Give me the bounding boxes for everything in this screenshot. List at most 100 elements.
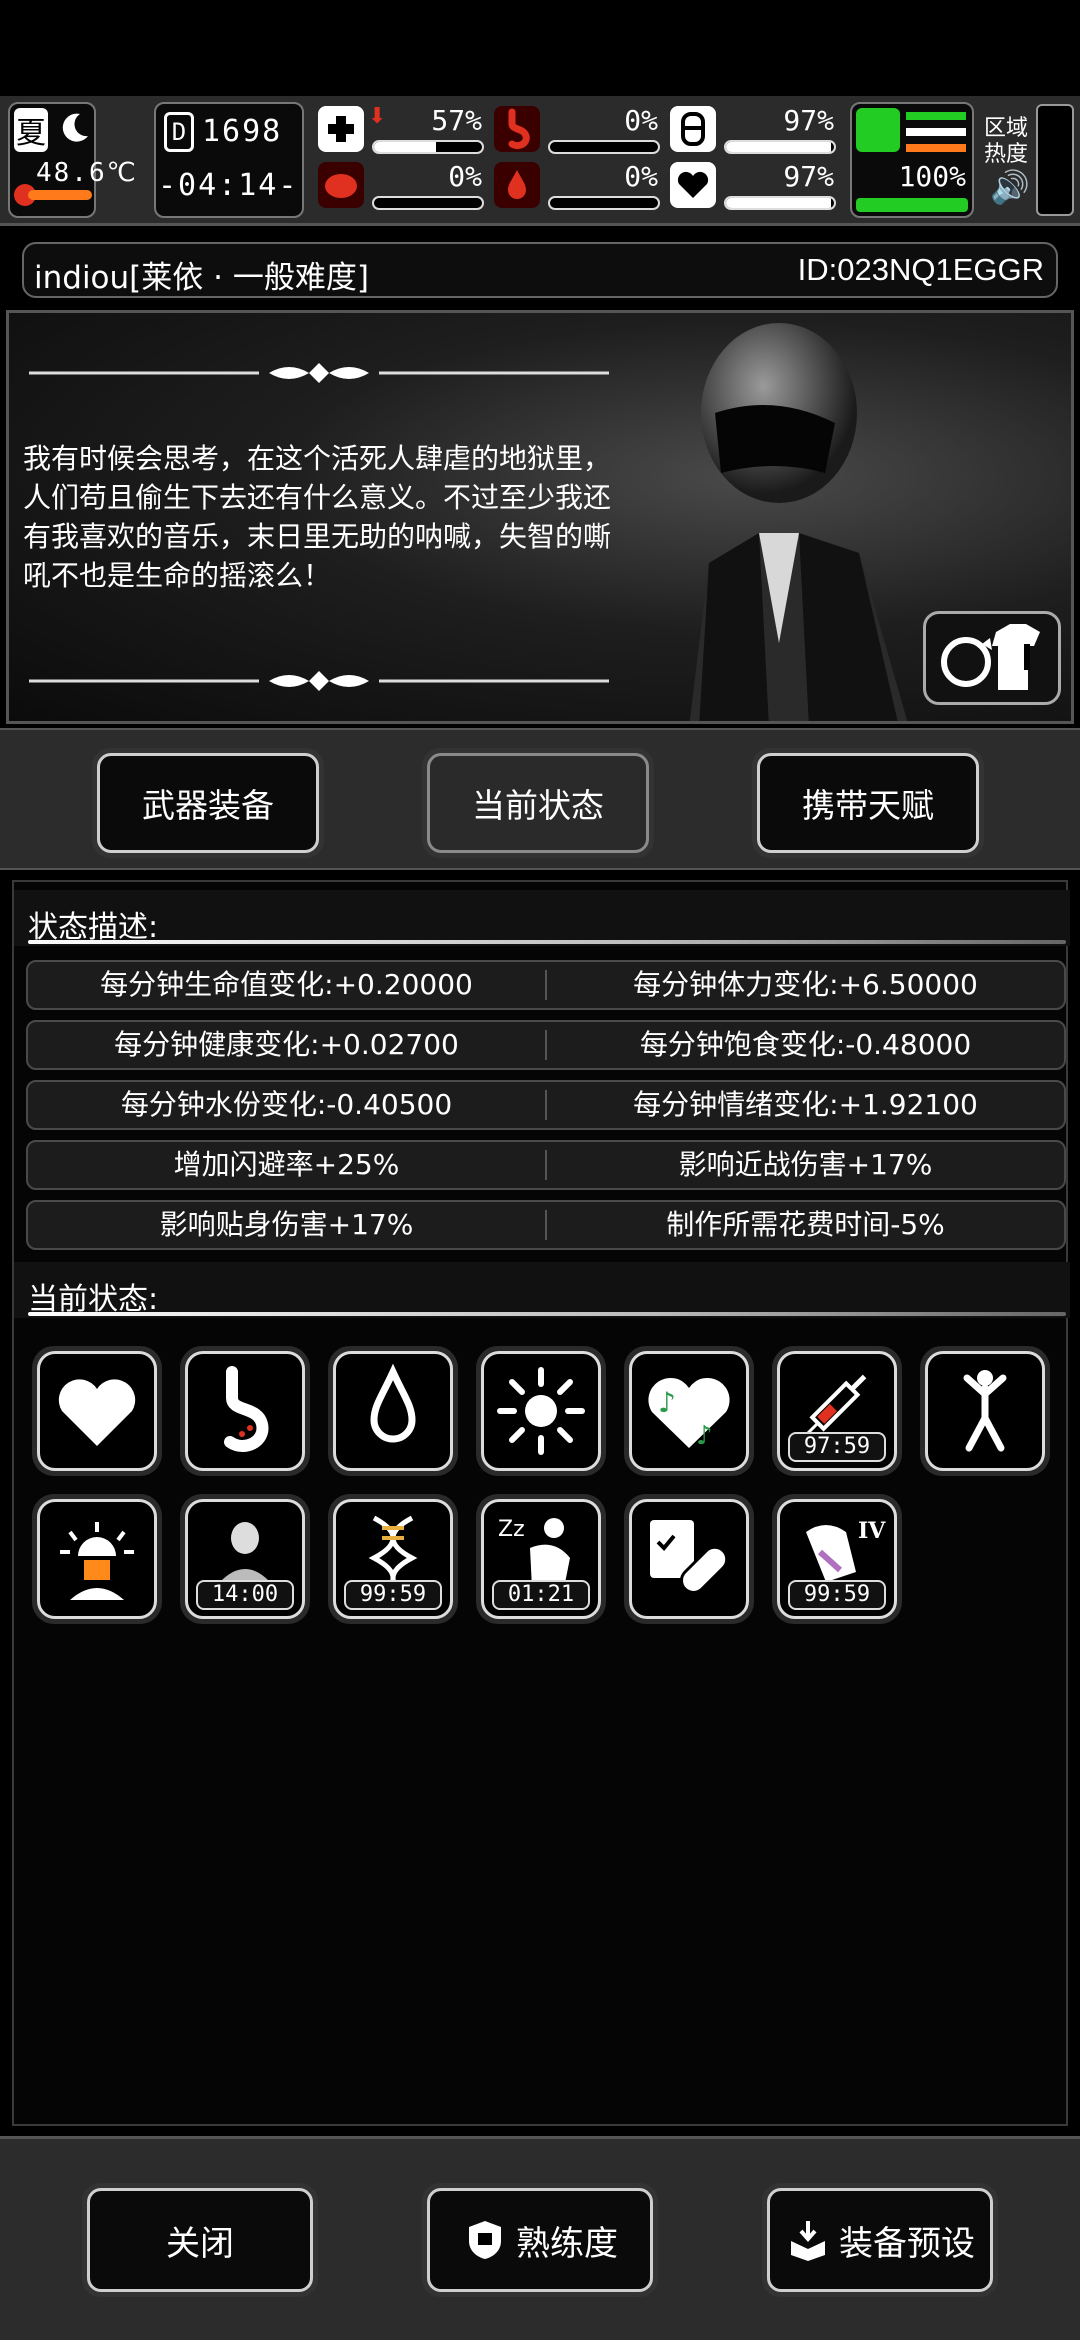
health-percent: 57% bbox=[431, 104, 482, 137]
stat-row: 每分钟水份变化:-0.40500 每分钟情绪变化:+1.92100 bbox=[26, 1080, 1066, 1130]
state-medical[interactable] bbox=[624, 1494, 754, 1624]
region-heat-meter bbox=[1036, 104, 1074, 216]
tab-bar: 武器装备 当前状态 携带天赋 bbox=[0, 728, 1080, 870]
stat-health-icon bbox=[318, 106, 364, 152]
stomach-bar bbox=[548, 140, 660, 154]
bottom-bar: 关闭 熟练度 装备预设 bbox=[0, 2136, 1080, 2340]
water-percent: 0% bbox=[624, 160, 658, 193]
state-alarm[interactable] bbox=[32, 1494, 162, 1624]
tab-weapons-label: 武器装备 bbox=[97, 753, 319, 853]
ornament-top-icon bbox=[29, 363, 609, 383]
state-syringe[interactable]: 97:59 bbox=[772, 1346, 902, 1476]
region-heat-label: 区域热度 bbox=[984, 116, 1029, 167]
stat-cell: 制作所需花费时间-5% bbox=[666, 1208, 945, 1241]
equipment-preset-button[interactable]: 装备预设 bbox=[762, 2183, 998, 2297]
water-drop-icon bbox=[370, 1363, 416, 1443]
stomach-icon bbox=[224, 1366, 269, 1452]
sound-icon[interactable]: 🔊 bbox=[990, 168, 1030, 206]
ornament-bottom-icon bbox=[29, 671, 609, 691]
preset-box-icon bbox=[791, 2221, 825, 2261]
brain-icon bbox=[318, 162, 364, 208]
energy-stripe-orange bbox=[906, 144, 966, 152]
outfit-swap-icon bbox=[941, 624, 1040, 690]
brain-bar bbox=[372, 196, 484, 210]
heart-icon bbox=[58, 1379, 136, 1446]
wounded-timer: 99:59 bbox=[788, 1580, 886, 1610]
sleep-timer: 01:21 bbox=[492, 1580, 590, 1610]
energy-stripe-green bbox=[906, 112, 966, 120]
close-button[interactable]: 关闭 bbox=[82, 2183, 318, 2297]
svg-text:♪: ♪ bbox=[696, 1421, 713, 1451]
tab-weapons[interactable]: 武器装备 bbox=[92, 748, 324, 858]
state-sunny[interactable] bbox=[476, 1346, 606, 1476]
proficiency-label: 熟练度 bbox=[516, 2223, 618, 2264]
player-name: indiou[莱依 · 一般难度] bbox=[34, 260, 369, 296]
dna-timer: 99:59 bbox=[344, 1580, 442, 1610]
stat-cell: 每分钟饱食变化:-0.48000 bbox=[639, 1028, 972, 1061]
stamina-icon bbox=[670, 106, 716, 152]
state-water[interactable] bbox=[328, 1346, 458, 1476]
temperature-bar bbox=[28, 190, 92, 200]
music-heart-icon: ♪♪ bbox=[648, 1377, 730, 1451]
character-portrait-panel: 我有时候会思考，在这个活死人肆虐的地狱里，人们苟且偷生下去还有什么意义。不过至少… bbox=[6, 310, 1074, 724]
state-dna[interactable]: 99:59 bbox=[328, 1494, 458, 1624]
player-title-bar: indiou[莱依 · 一般难度] ID:023NQ1EGGR bbox=[22, 242, 1058, 298]
stamina-percent: 97% bbox=[783, 104, 834, 137]
character-quote: 我有时候会思考，在这个活死人肆虐的地狱里，人们苟且偷生下去还有什么意义。不过至少… bbox=[23, 442, 612, 592]
energy-stripe-white bbox=[906, 128, 966, 136]
state-heart[interactable] bbox=[32, 1346, 162, 1476]
close-label: 关闭 bbox=[166, 2223, 234, 2264]
stat-cell: 增加闪避率+25% bbox=[173, 1148, 400, 1181]
state-stomach[interactable] bbox=[180, 1346, 310, 1476]
stomach-percent: 0% bbox=[624, 104, 658, 137]
status-panel[interactable]: 状态描述: 每分钟生命值变化:+0.20000 每分钟体力变化:+6.50000… bbox=[12, 880, 1070, 2126]
tab-current-status[interactable]: 当前状态 bbox=[422, 748, 654, 858]
state-sleep[interactable]: Zz 01:21 bbox=[476, 1494, 606, 1624]
night-moon-icon bbox=[62, 113, 88, 142]
wound-level-badge: IV bbox=[858, 1518, 886, 1544]
stat-cell: 每分钟体力变化:+6.50000 bbox=[633, 968, 978, 1001]
tab-current-status-label: 当前状态 bbox=[427, 753, 649, 853]
water-bar bbox=[548, 196, 660, 210]
tab-talents[interactable]: 携带天赋 bbox=[752, 748, 984, 858]
stat-row: 增加闪避率+25% 影响近战伤害+17% bbox=[26, 1140, 1066, 1190]
state-music[interactable]: ♪ ♪ bbox=[624, 1346, 754, 1476]
syringe-timer: 97:59 bbox=[788, 1432, 886, 1462]
status-description-header: 状态描述: bbox=[14, 890, 1070, 946]
change-outfit-button[interactable] bbox=[923, 611, 1061, 705]
energy-bar bbox=[856, 198, 968, 212]
stomach-icon bbox=[494, 106, 540, 152]
character-portrait-icon bbox=[689, 323, 908, 721]
stat-cell: 每分钟水份变化:-0.40500 bbox=[120, 1088, 453, 1121]
stat-row: 每分钟健康变化:+0.02700 每分钟饱食变化:-0.48000 bbox=[26, 1020, 1066, 1070]
health-bar bbox=[372, 140, 484, 154]
svg-text:♪: ♪ bbox=[658, 1386, 676, 1419]
clock-display: -04:14- bbox=[158, 168, 299, 203]
day-icon: D bbox=[164, 112, 194, 152]
state-elderly[interactable]: 14:00 bbox=[180, 1494, 310, 1624]
stat-cell: 影响贴身伤害+17% bbox=[159, 1208, 414, 1241]
mood-percent: 97% bbox=[783, 160, 834, 193]
stat-cell: 影响近战伤害+17% bbox=[678, 1148, 933, 1181]
tab-talents-label: 携带天赋 bbox=[757, 753, 979, 853]
stat-row: 影响贴身伤害+17% 制作所需花费时间-5% bbox=[26, 1200, 1066, 1250]
energy-box: 100% bbox=[850, 102, 974, 218]
state-wounded[interactable]: IV 99:59 bbox=[772, 1494, 902, 1624]
stat-cell: 每分钟健康变化:+0.02700 bbox=[114, 1028, 459, 1061]
top-hud: 夏 48.6℃ D 1698 -04:14- ⬇ 57% 0% 0% 0% 97… bbox=[0, 96, 1080, 226]
mood-bar bbox=[724, 196, 836, 210]
elderly-timer: 14:00 bbox=[196, 1580, 294, 1610]
player-id: ID:023NQ1EGGR bbox=[797, 252, 1044, 287]
boot-icon bbox=[856, 108, 900, 152]
energy-percent: 100% bbox=[898, 160, 966, 193]
mood-heart-icon bbox=[670, 162, 716, 208]
alarm-person-icon bbox=[60, 1522, 134, 1600]
stat-cell: 每分钟情绪变化:+1.92100 bbox=[633, 1088, 978, 1121]
stretch-figure-icon bbox=[963, 1370, 1007, 1452]
water-icon bbox=[494, 162, 540, 208]
proficiency-button[interactable]: 熟练度 bbox=[422, 2183, 658, 2297]
state-stretch[interactable] bbox=[920, 1346, 1050, 1476]
season-label: 夏 bbox=[14, 108, 48, 152]
medical-pill-icon bbox=[650, 1520, 729, 1594]
preset-label: 装备预设 bbox=[839, 2223, 975, 2264]
